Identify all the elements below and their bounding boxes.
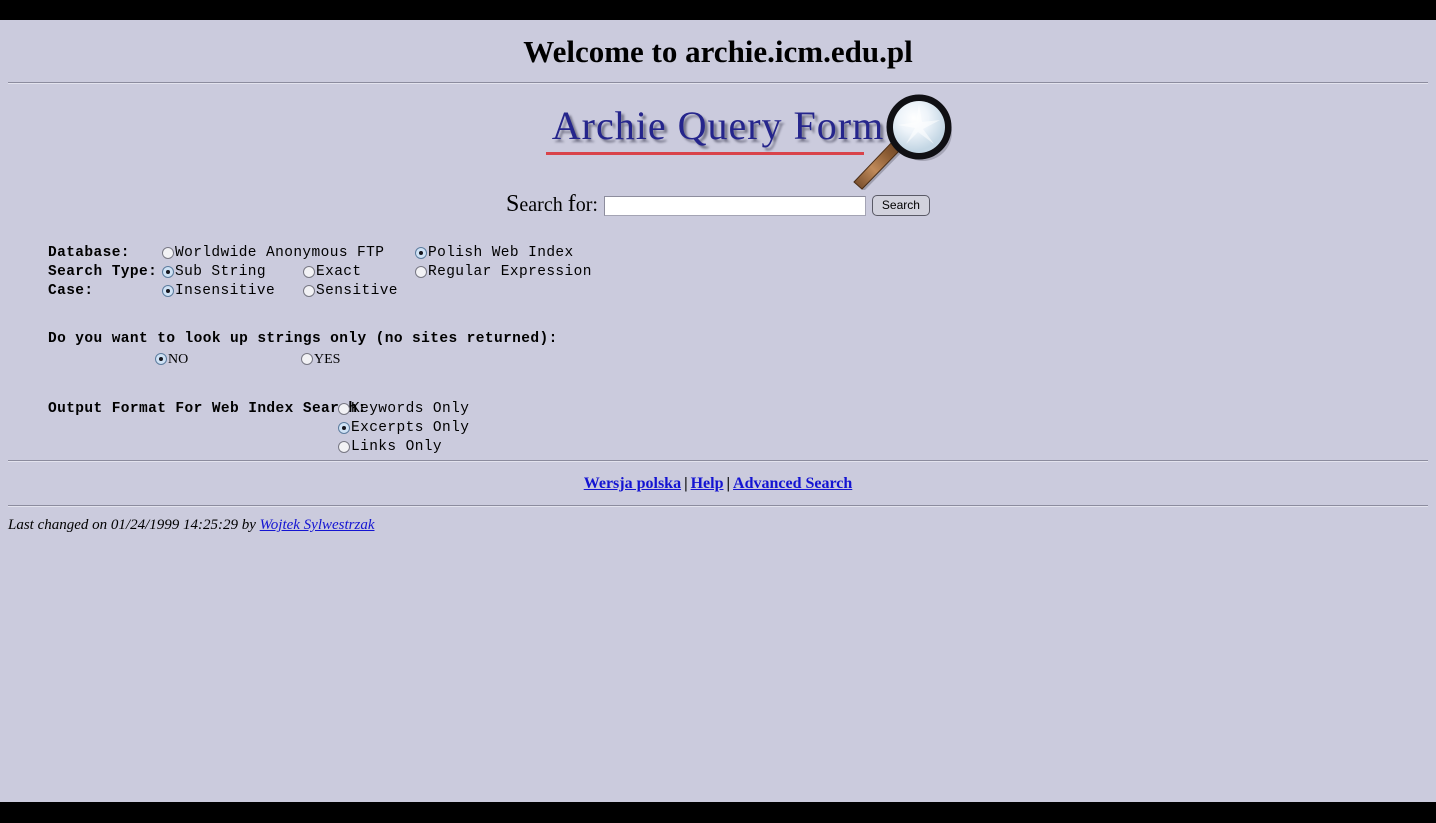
radio-worldwide-ftp[interactable] (162, 246, 174, 259)
radio-option-lookup-no[interactable]: NO (155, 350, 188, 370)
radio-option-worldwide-ftp[interactable]: Worldwide Anonymous FTP (162, 244, 384, 264)
radio-option-regular-expression[interactable]: Regular Expression (415, 263, 592, 283)
radio-label-links-only: Links Only (351, 439, 443, 455)
radio-label-worldwide-ftp: Worldwide Anonymous FTP (175, 245, 385, 261)
output-format-options: Keywords Only Excerpts Only Links Only (338, 400, 469, 457)
radio-label-sub-string: Sub String (175, 264, 267, 280)
radio-option-keywords-only[interactable]: Keywords Only (338, 400, 469, 419)
last-changed-text: Last changed on 01/24/1999 14:25:29 by (8, 517, 256, 533)
radio-option-excerpts-only[interactable]: Excerpts Only (338, 419, 469, 438)
link-advanced-search[interactable]: Advanced Search (733, 475, 852, 492)
lookup-strings-block: Do you want to look up strings only (no … (48, 330, 1436, 370)
radio-label-excerpts-only: Excerpts Only (351, 420, 470, 436)
radio-label-lookup-yes: YES (314, 352, 341, 367)
radio-label-insensitive: Insensitive (175, 283, 276, 299)
radio-label-lookup-no: NO (168, 352, 189, 367)
radio-sub-string[interactable] (162, 265, 174, 278)
radio-label-polish-web-index: Polish Web Index (428, 245, 574, 261)
radio-insensitive[interactable] (162, 284, 174, 297)
lookup-strings-row: NO YES (48, 350, 1436, 370)
radio-excerpts-only[interactable] (338, 421, 350, 434)
radio-regular-expression[interactable] (415, 265, 427, 278)
search-type-row: Search Type: Sub String Exact Regular Ex… (48, 263, 1436, 282)
logo-banner: Archie Query Form (0, 84, 1436, 190)
magnifying-glass-icon (853, 94, 952, 190)
search-input[interactable] (603, 195, 866, 216)
footer-separator-1: | (684, 475, 688, 492)
radio-option-sub-string[interactable]: Sub String (162, 263, 266, 283)
radio-polish-web-index[interactable] (415, 246, 427, 259)
database-label: Database: (48, 245, 130, 261)
footer-separator-2: | (726, 475, 731, 492)
radio-option-polish-web-index[interactable]: Polish Web Index (415, 244, 574, 264)
page-title: Welcome to archie.icm.edu.pl (523, 34, 913, 69)
search-for-label: Search for: (506, 191, 598, 217)
page-body: Welcome to archie.icm.edu.pl Archie Quer… (0, 20, 1436, 802)
radio-option-exact[interactable]: Exact (303, 263, 362, 283)
query-options-form: Database: Worldwide Anonymous FTP Polish… (0, 244, 1436, 460)
radio-lookup-no[interactable] (155, 352, 167, 365)
search-row: Search for: Search (0, 191, 1436, 226)
footer-links: Wersja polska | Help | Advanced Search (0, 462, 1436, 505)
radio-links-only[interactable] (338, 440, 350, 453)
radio-label-exact: Exact (316, 264, 362, 280)
radio-option-links-only[interactable]: Links Only (338, 438, 469, 457)
output-format-title: Output Format For Web Index Search: (48, 401, 367, 417)
case-label: Case: (48, 283, 94, 299)
radio-exact[interactable] (303, 265, 315, 278)
radio-option-sensitive[interactable]: Sensitive (303, 282, 398, 302)
radio-sensitive[interactable] (303, 284, 315, 297)
link-help[interactable]: Help (691, 475, 724, 492)
case-row: Case: Insensitive Sensitive (48, 282, 1436, 301)
search-type-label: Search Type: (48, 264, 158, 280)
last-changed-line: Last changed on 01/24/1999 14:25:29 by W… (0, 507, 1436, 534)
bottom-black-bar (0, 802, 1436, 823)
database-row: Database: Worldwide Anonymous FTP Polish… (48, 244, 1436, 263)
top-black-bar (0, 0, 1436, 20)
radio-label-keywords-only: Keywords Only (351, 401, 470, 417)
logo-underline (545, 152, 864, 155)
radio-lookup-yes[interactable] (301, 352, 313, 365)
output-format-block: Output Format For Web Index Search: Keyw… (48, 400, 1436, 460)
link-wersja-polska[interactable]: Wersja polska (584, 475, 681, 492)
radio-keywords-only[interactable] (338, 402, 350, 415)
radio-label-sensitive: Sensitive (316, 283, 398, 299)
radio-option-lookup-yes[interactable]: YES (301, 350, 340, 370)
radio-label-regular-expression: Regular Expression (428, 264, 592, 280)
options-grid: Database: Worldwide Anonymous FTP Polish… (48, 244, 1436, 302)
lookup-strings-title: Do you want to look up strings only (no … (48, 331, 558, 347)
radio-option-insensitive[interactable]: Insensitive (162, 282, 275, 302)
search-button[interactable]: Search (871, 195, 930, 216)
logo-text: Archie Query Form (551, 103, 885, 148)
link-author[interactable]: Wojtek Sylwestrzak (260, 517, 375, 533)
